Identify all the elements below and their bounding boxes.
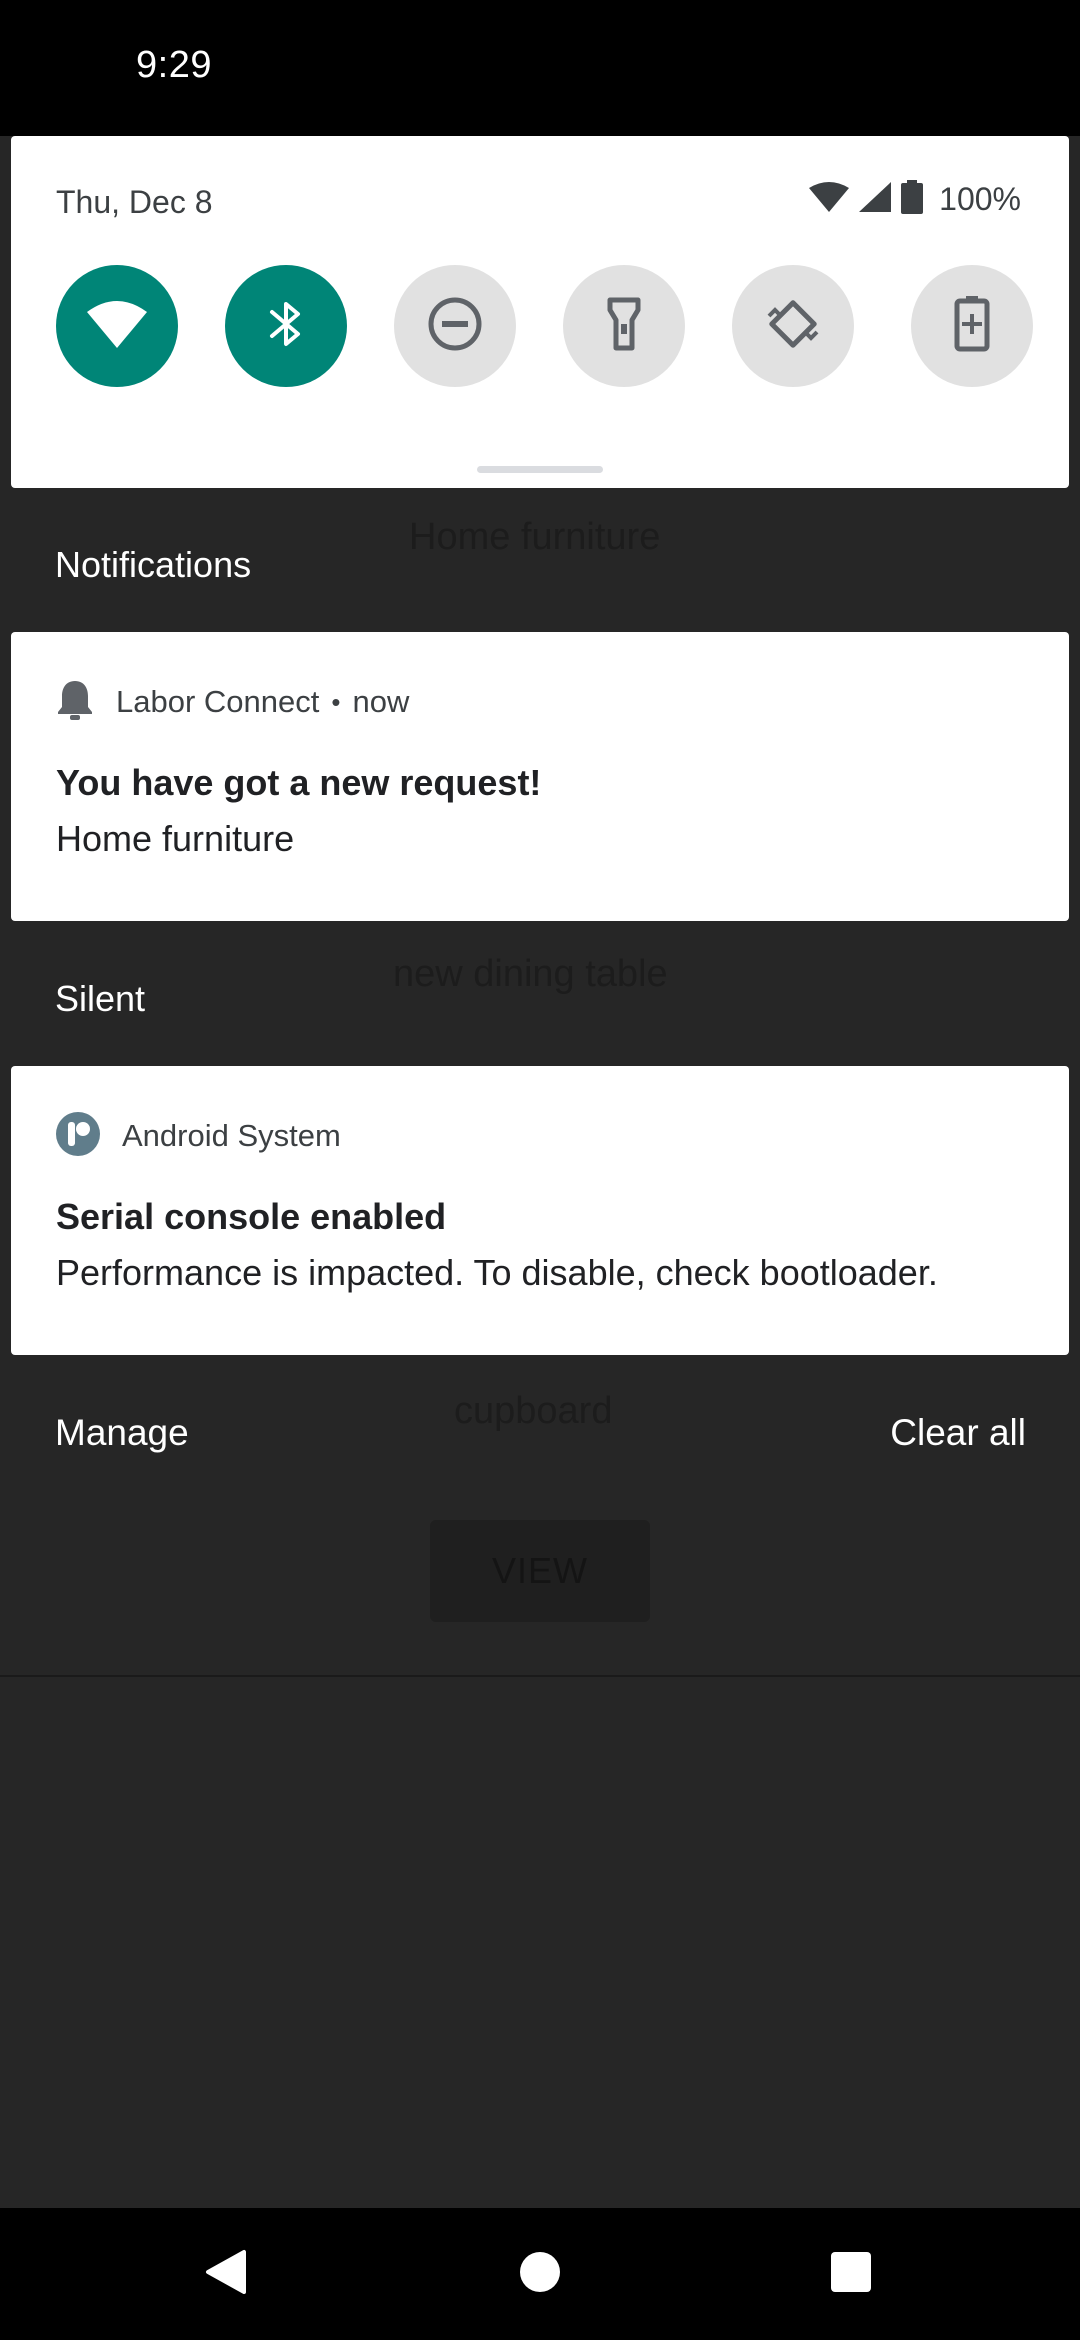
- notification-title: Serial console enabled: [56, 1196, 447, 1237]
- bluetooth-icon: [268, 298, 304, 355]
- notification-body: Performance is impacted. To disable, che…: [56, 1252, 938, 1293]
- recents-button[interactable]: [785, 2208, 917, 2340]
- do-not-disturb-icon: [427, 296, 483, 357]
- android-system-icon: [56, 1111, 100, 1161]
- notification-title: You have got a new request!: [56, 762, 542, 803]
- notification-body: Home furniture: [56, 818, 295, 859]
- wifi-icon: [87, 300, 147, 353]
- notification-app-name: Labor Connect: [116, 684, 320, 719]
- background-item-3: cupboard: [454, 1390, 613, 1432]
- do-not-disturb-tile[interactable]: [394, 265, 516, 387]
- clear-all-button[interactable]: Clear all: [890, 1412, 1026, 1454]
- back-button[interactable]: [160, 2208, 292, 2340]
- notification-header: Labor Connect • now: [56, 680, 409, 724]
- notification-time: now: [352, 684, 410, 719]
- quick-settings-date[interactable]: Thu, Dec 8: [56, 184, 213, 221]
- notifications-header: Notifications: [55, 544, 252, 585]
- home-button[interactable]: [474, 2208, 606, 2340]
- recents-icon: [829, 2250, 873, 2299]
- battery-saver-tile[interactable]: [911, 265, 1033, 387]
- auto-rotate-icon: [763, 294, 823, 359]
- notification-android-system[interactable]: Android System Serial console enabled Pe…: [11, 1066, 1069, 1355]
- wifi-signal-icon: [809, 182, 850, 217]
- background-item-1: Home furniture: [409, 516, 661, 558]
- auto-rotate-tile[interactable]: [732, 265, 854, 387]
- wifi-tile[interactable]: [56, 265, 178, 387]
- home-icon: [518, 2250, 562, 2299]
- battery-saver-icon: [954, 295, 990, 357]
- flashlight-tile[interactable]: [563, 265, 685, 387]
- notification-app-name: Android System: [122, 1118, 341, 1153]
- back-icon: [204, 2248, 248, 2301]
- bluetooth-tile[interactable]: [225, 265, 347, 387]
- background-view-button: VIEW: [430, 1520, 650, 1622]
- cell-signal-icon: [859, 182, 892, 217]
- battery-icon: [901, 180, 924, 219]
- system-status-icons: 100%: [809, 180, 1021, 219]
- background-divider: [0, 1675, 1080, 1677]
- notification-header: Android System: [56, 1111, 341, 1161]
- bell-icon: [56, 679, 94, 726]
- navigation-bar: [0, 2208, 1080, 2340]
- notification-labor-connect[interactable]: Labor Connect • now You have got a new r…: [11, 632, 1069, 921]
- quick-settings-tiles: [56, 265, 1033, 387]
- manage-button[interactable]: Manage: [55, 1412, 189, 1454]
- background-item-2: new dining table: [393, 953, 668, 995]
- status-time: 9:29: [136, 44, 212, 86]
- battery-percent: 100%: [939, 181, 1021, 217]
- quick-settings-expand-handle[interactable]: [477, 466, 603, 473]
- status-bar: 9:29: [0, 0, 1080, 136]
- silent-header: Silent: [55, 978, 146, 1019]
- flashlight-icon: [604, 296, 644, 357]
- notification-separator: •: [331, 686, 341, 717]
- quick-settings-panel: Thu, Dec 8 100%: [11, 136, 1069, 488]
